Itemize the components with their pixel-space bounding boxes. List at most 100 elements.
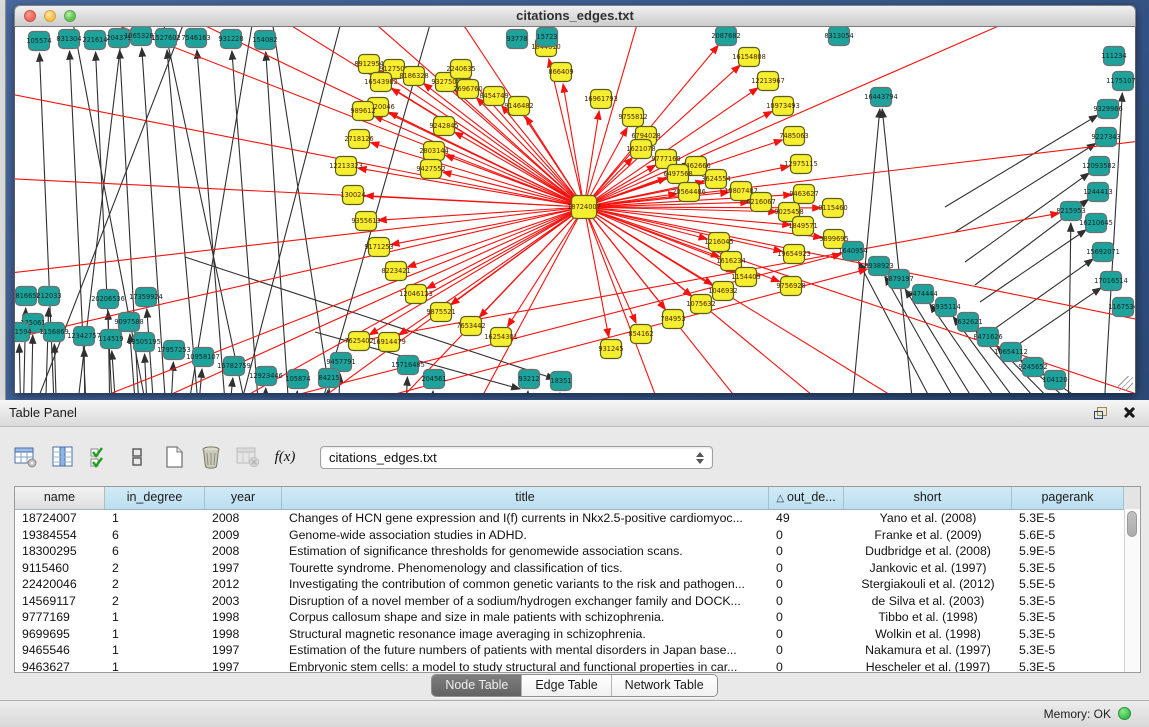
- table-cell[interactable]: 49: [769, 510, 844, 527]
- table-cell[interactable]: 1998: [205, 609, 282, 626]
- table-cell[interactable]: 9115460: [15, 560, 105, 577]
- column-header-year[interactable]: year: [205, 487, 282, 509]
- table-row[interactable]: 911546021997Tourette syndrome. Phenomeno…: [15, 560, 1140, 577]
- table-cell[interactable]: Corpus callosum shape and size in male p…: [282, 609, 769, 626]
- table-cell[interactable]: 0: [769, 642, 844, 659]
- table-cell[interactable]: 1: [105, 642, 205, 659]
- table-cell[interactable]: 1997: [205, 659, 282, 674]
- table-cell[interactable]: 2: [105, 593, 205, 610]
- tab-edge-table[interactable]: Edge Table: [521, 675, 610, 696]
- table-cell[interactable]: 18300295: [15, 543, 105, 560]
- table-cell[interactable]: 1997: [205, 560, 282, 577]
- table-cell[interactable]: 18724007: [15, 510, 105, 527]
- table-cell[interactable]: Investigating the contribution of common…: [282, 576, 769, 593]
- table-row[interactable]: 1830029562008Estimation of significance …: [15, 543, 1140, 560]
- show-columns-icon[interactable]: [51, 445, 75, 469]
- table-cell[interactable]: 5.6E-5: [1012, 527, 1124, 544]
- table-cell[interactable]: 1: [105, 626, 205, 643]
- float-panel-icon[interactable]: [1094, 407, 1107, 419]
- network-canvas[interactable]: 1872400789129549127508818632816543982932…: [14, 27, 1136, 393]
- table-cell[interactable]: 5.3E-5: [1012, 642, 1124, 659]
- table-cell[interactable]: 1: [105, 659, 205, 674]
- table-cell[interactable]: Dudbridge et al. (2008): [844, 543, 1012, 560]
- table-row[interactable]: 946554611997Estimation of the future num…: [15, 642, 1140, 659]
- select-all-icon[interactable]: [88, 445, 112, 469]
- table-cell[interactable]: 2: [105, 560, 205, 577]
- column-header-pagerank[interactable]: pagerank: [1012, 487, 1124, 509]
- table-cell[interactable]: Yano et al. (2008): [844, 510, 1012, 527]
- zoom-window-button[interactable]: [64, 10, 76, 22]
- table-cell[interactable]: 2012: [205, 576, 282, 593]
- table-cell[interactable]: 6: [105, 527, 205, 544]
- table-row[interactable]: 946362711997Embryonic stem cells: a mode…: [15, 659, 1140, 674]
- table-cell[interactable]: 0: [769, 593, 844, 610]
- table-cell[interactable]: 5.3E-5: [1012, 593, 1124, 610]
- table-cell[interactable]: 9465546: [15, 642, 105, 659]
- table-cell[interactable]: 22420046: [15, 576, 105, 593]
- column-header-name[interactable]: name: [15, 487, 105, 509]
- network-graph[interactable]: 1872400789129549127508818632816543982932…: [15, 27, 1136, 393]
- table-cell[interactable]: 0: [769, 576, 844, 593]
- table-cell[interactable]: 0: [769, 659, 844, 674]
- table-cell[interactable]: 1: [105, 609, 205, 626]
- table-cell[interactable]: de Silva et al. (2003): [844, 593, 1012, 610]
- table-cell[interactable]: 9463627: [15, 659, 105, 674]
- table-cell[interactable]: 5.3E-5: [1012, 626, 1124, 643]
- table-cell[interactable]: 9777169: [15, 609, 105, 626]
- table-cell[interactable]: Stergiakouli et al. (2012): [844, 576, 1012, 593]
- table-cell[interactable]: 0: [769, 560, 844, 577]
- delete-table-icon[interactable]: [199, 445, 223, 469]
- table-cell[interactable]: 0: [769, 609, 844, 626]
- table-cell[interactable]: Changes of HCN gene expression and I(f) …: [282, 510, 769, 527]
- table-cell[interactable]: 6: [105, 543, 205, 560]
- tab-network-table[interactable]: Network Table: [611, 675, 717, 696]
- table-options-icon[interactable]: [14, 445, 38, 469]
- table-row[interactable]: 969969511998Structural magnetic resonanc…: [15, 626, 1140, 643]
- column-header-short[interactable]: short: [844, 487, 1012, 509]
- table-row[interactable]: 1938455462009Genome-wide association stu…: [15, 527, 1140, 544]
- table-row[interactable]: 1872400712008Changes of HCN gene express…: [15, 510, 1140, 527]
- table-cell[interactable]: Disruption of a novel member of a sodium…: [282, 593, 769, 610]
- table-cell[interactable]: Jankovic et al. (1997): [844, 560, 1012, 577]
- table-cell[interactable]: Nakamura et al. (1997): [844, 642, 1012, 659]
- table-cell[interactable]: Estimation of the future numbers of pati…: [282, 642, 769, 659]
- table-vertical-scrollbar[interactable]: [1124, 509, 1140, 673]
- column-header-in_degree[interactable]: in_degree: [105, 487, 205, 509]
- network-window-titlebar[interactable]: citations_edges.txt: [14, 5, 1136, 27]
- table-cell[interactable]: Structural magnetic resonance image aver…: [282, 626, 769, 643]
- table-cell[interactable]: 5.3E-5: [1012, 659, 1124, 674]
- table-cell[interactable]: 1997: [205, 642, 282, 659]
- table-cell[interactable]: 2009: [205, 527, 282, 544]
- table-cell[interactable]: 0: [769, 543, 844, 560]
- table-row[interactable]: 977716911998Corpus callosum shape and si…: [15, 609, 1140, 626]
- table-cell[interactable]: 2: [105, 576, 205, 593]
- table-cell[interactable]: 2008: [205, 543, 282, 560]
- table-row[interactable]: 1456911722003Disruption of a novel membe…: [15, 593, 1140, 610]
- table-cell[interactable]: Tourette syndrome. Phenomenology and cla…: [282, 560, 769, 577]
- table-cell[interactable]: Hescheler et al. (1997): [844, 659, 1012, 674]
- new-table-icon[interactable]: [162, 445, 186, 469]
- table-cell[interactable]: Embryonic stem cells: a model to study s…: [282, 659, 769, 674]
- column-header-title[interactable]: title: [282, 487, 769, 509]
- table-cell[interactable]: Estimation of significance thresholds fo…: [282, 543, 769, 560]
- table-cell[interactable]: Franke et al. (2009): [844, 527, 1012, 544]
- tab-node-table[interactable]: Node Table: [432, 675, 521, 696]
- table-cell[interactable]: 5.3E-5: [1012, 560, 1124, 577]
- close-panel-icon[interactable]: [1123, 406, 1136, 419]
- table-cell[interactable]: Wolkin et al. (1998): [844, 626, 1012, 643]
- column-header-out_de[interactable]: △out_de...: [769, 487, 844, 509]
- table-cell[interactable]: 5.9E-5: [1012, 543, 1124, 560]
- table-cell[interactable]: 2008: [205, 510, 282, 527]
- table-cell[interactable]: 5.5E-5: [1012, 576, 1124, 593]
- table-cell[interactable]: 14569117: [15, 593, 105, 610]
- table-cell[interactable]: 5.3E-5: [1012, 510, 1124, 527]
- table-cell[interactable]: 5.3E-5: [1012, 609, 1124, 626]
- table-cell[interactable]: 0: [769, 626, 844, 643]
- minimize-window-button[interactable]: [44, 10, 56, 22]
- table-cell[interactable]: Tibbo et al. (1998): [844, 609, 1012, 626]
- row-height-icon[interactable]: [125, 445, 149, 469]
- table-cell[interactable]: 9699695: [15, 626, 105, 643]
- table-cell[interactable]: Genome-wide association studies in ADHD.: [282, 527, 769, 544]
- table-selector-combo[interactable]: citations_edges.txt: [320, 446, 713, 469]
- table-cell[interactable]: 2003: [205, 593, 282, 610]
